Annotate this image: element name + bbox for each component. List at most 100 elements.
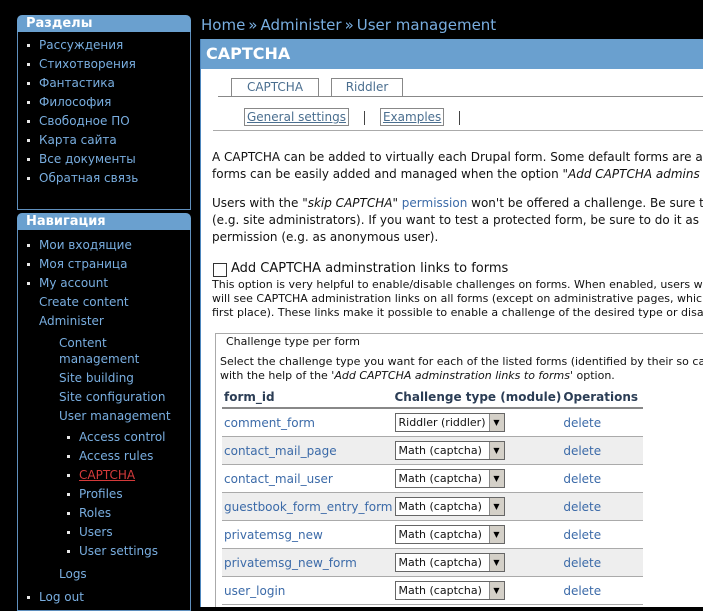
admin-item-site-configuration: Site configuration — [59, 388, 179, 407]
delete-link[interactable]: delete — [563, 472, 601, 486]
breadcrumb-separator: » — [248, 16, 258, 34]
sections-item: Фантастика — [27, 74, 190, 93]
delete-link[interactable]: delete — [563, 528, 601, 542]
table-row: contact_mail_user Math (captcha) ▼ delete — [222, 464, 644, 493]
admin-links-desc-line-2: will see CAPTCHA administration links on… — [212, 292, 703, 305]
nav-link-my-account[interactable]: My account — [39, 276, 108, 290]
header-form-id: form_id — [222, 387, 393, 409]
um-item-captcha: CAPTCHA — [67, 466, 190, 485]
delete-link[interactable]: delete — [563, 444, 601, 458]
challenge-type-value: Math (captcha) — [398, 500, 482, 513]
nav-item-create-content: Create content — [39, 293, 190, 312]
sections-link[interactable]: Все документы — [39, 152, 136, 166]
tab-riddler[interactable]: Riddler — [331, 78, 403, 96]
challenge-type-cell: Math (captcha) ▼ — [392, 576, 562, 605]
operations-cell: delete — [561, 548, 644, 577]
challenge-desc-start: with the help of the ' — [220, 369, 335, 382]
nav-link-create-content[interactable]: Create content — [39, 295, 129, 309]
admin-link-content[interactable]: Content management — [59, 336, 139, 366]
subtab-examples[interactable]: Examples — [379, 108, 445, 126]
challenge-type-select[interactable]: Math (captcha) ▼ — [394, 441, 505, 460]
um-link-captcha[interactable]: CAPTCHA — [79, 468, 135, 482]
um-link-access-rules[interactable]: Access rules — [79, 449, 153, 463]
delete-link[interactable]: delete — [563, 556, 601, 570]
dropdown-arrow-icon[interactable]: ▼ — [488, 554, 504, 571]
logout-menu: Log out — [18, 586, 190, 609]
sections-item: Карта сайта — [27, 131, 190, 150]
table-row: guestbook_form_entry_form Math (captcha)… — [222, 492, 644, 521]
nav-link-administer[interactable]: Administer — [39, 314, 104, 328]
navigation-title: Навигация — [17, 213, 191, 230]
dropdown-arrow-icon[interactable]: ▼ — [488, 442, 504, 459]
admin-links-checkbox[interactable] — [213, 263, 227, 277]
subtab-general-settings[interactable]: General settings — [244, 108, 349, 126]
sections-link[interactable]: Рассуждения — [39, 38, 123, 52]
delete-link[interactable]: delete — [563, 584, 601, 598]
sections-link[interactable]: Обратная связь — [39, 171, 138, 185]
admin-link-site-configuration[interactable]: Site configuration — [59, 390, 165, 404]
nav-link-logout[interactable]: Log out — [39, 590, 84, 604]
nav-item-my-page: Моя страница — [27, 255, 190, 274]
challenge-type-select[interactable]: Math (captcha) ▼ — [394, 497, 505, 516]
intro-text: A CAPTCHA can be added to virtually each… — [212, 149, 703, 183]
admin-link-site-building[interactable]: Site building — [59, 371, 134, 385]
form-id-cell: contact_mail_page — [222, 436, 393, 465]
challenge-type-select[interactable]: Math (captcha) ▼ — [394, 469, 505, 488]
dropdown-arrow-icon[interactable]: ▼ — [488, 414, 504, 431]
challenge-type-select[interactable]: Math (captcha) ▼ — [394, 525, 505, 544]
sections-link[interactable]: Философия — [39, 95, 111, 109]
challenge-type-select[interactable]: Riddler (riddler) ▼ — [394, 413, 505, 432]
admin-links-checkbox-label[interactable]: Add CAPTCHA adminstration links to forms — [231, 261, 508, 276]
header-operations: Operations — [561, 387, 644, 409]
delete-link[interactable]: delete — [563, 416, 601, 430]
breadcrumb: Home» Administer» User management — [201, 16, 496, 34]
dropdown-arrow-icon[interactable]: ▼ — [488, 498, 504, 515]
dropdown-arrow-icon[interactable]: ▼ — [488, 582, 504, 599]
um-link-users[interactable]: Users — [79, 525, 113, 539]
sections-item: Все документы — [27, 150, 190, 169]
permission-link[interactable]: permission — [402, 196, 468, 210]
dropdown-arrow-icon[interactable]: ▼ — [488, 526, 504, 543]
navigation-body: Мои входящие Моя страница My account Cre… — [17, 230, 191, 611]
nav-link-my-page[interactable]: Моя страница — [39, 257, 127, 271]
delete-link[interactable]: delete — [563, 500, 601, 514]
users-text-end: won't be offered a challenge. Be sure t — [467, 196, 703, 210]
nav-link-inbox[interactable]: Мои входящие — [39, 238, 132, 252]
sections-link[interactable]: Стихотворения — [39, 57, 136, 71]
sections-link[interactable]: Фантастика — [39, 76, 115, 90]
admin-item-logs: Logs — [59, 565, 190, 584]
operations-cell: delete — [561, 492, 644, 521]
users-text-skip-captcha: skip CAPTCHA — [307, 196, 393, 210]
tab-captcha[interactable]: CAPTCHA — [231, 78, 319, 96]
intro-line-2-option: Add CAPTCHA admins — [568, 167, 700, 181]
sections-link[interactable]: Карта сайта — [39, 133, 117, 147]
admin-link-user-management[interactable]: User management — [59, 409, 171, 423]
subtab-divider — [363, 110, 365, 125]
um-link-profiles[interactable]: Profiles — [79, 487, 123, 501]
um-link-access-control[interactable]: Access control — [79, 430, 166, 444]
challenge-type-select[interactable]: Math (captcha) ▼ — [394, 581, 505, 600]
admin-link-logs[interactable]: Logs — [59, 567, 87, 581]
breadcrumb-home[interactable]: Home — [201, 16, 245, 34]
sections-title: Разделы — [17, 15, 191, 32]
users-text-line-3: permission (e.g. as anonymous user). — [212, 230, 439, 244]
dropdown-arrow-icon[interactable]: ▼ — [488, 470, 504, 487]
challenge-type-value: Math (captcha) — [398, 556, 482, 569]
table-row: user_login Math (captcha) ▼ delete — [222, 576, 644, 605]
operations-cell: delete — [561, 436, 644, 465]
breadcrumb-administer[interactable]: Administer — [260, 16, 341, 34]
challenge-type-select[interactable]: Math (captcha) ▼ — [394, 553, 505, 572]
sections-link[interactable]: Свободное ПО — [39, 114, 130, 128]
um-link-roles[interactable]: Roles — [79, 506, 111, 520]
nav-item-administer: Administer — [39, 312, 190, 331]
intro-line-2-start: forms can be easily added and managed wh… — [212, 167, 569, 181]
tabs-rule — [213, 130, 703, 131]
breadcrumb-user-management[interactable]: User management — [357, 16, 496, 34]
um-item-users: Users — [67, 523, 190, 542]
um-link-user-settings[interactable]: User settings — [79, 544, 158, 558]
admin-links-desc-line-3: first place). These links make it possib… — [212, 306, 703, 319]
admin-item-site-building: Site building — [59, 369, 179, 388]
challenge-type-value: Math (captcha) — [398, 444, 482, 457]
table-row: privatemsg_new Math (captcha) ▼ delete — [222, 520, 644, 549]
table-row: privatemsg_new_form Math (captcha) ▼ dele… — [222, 548, 644, 577]
